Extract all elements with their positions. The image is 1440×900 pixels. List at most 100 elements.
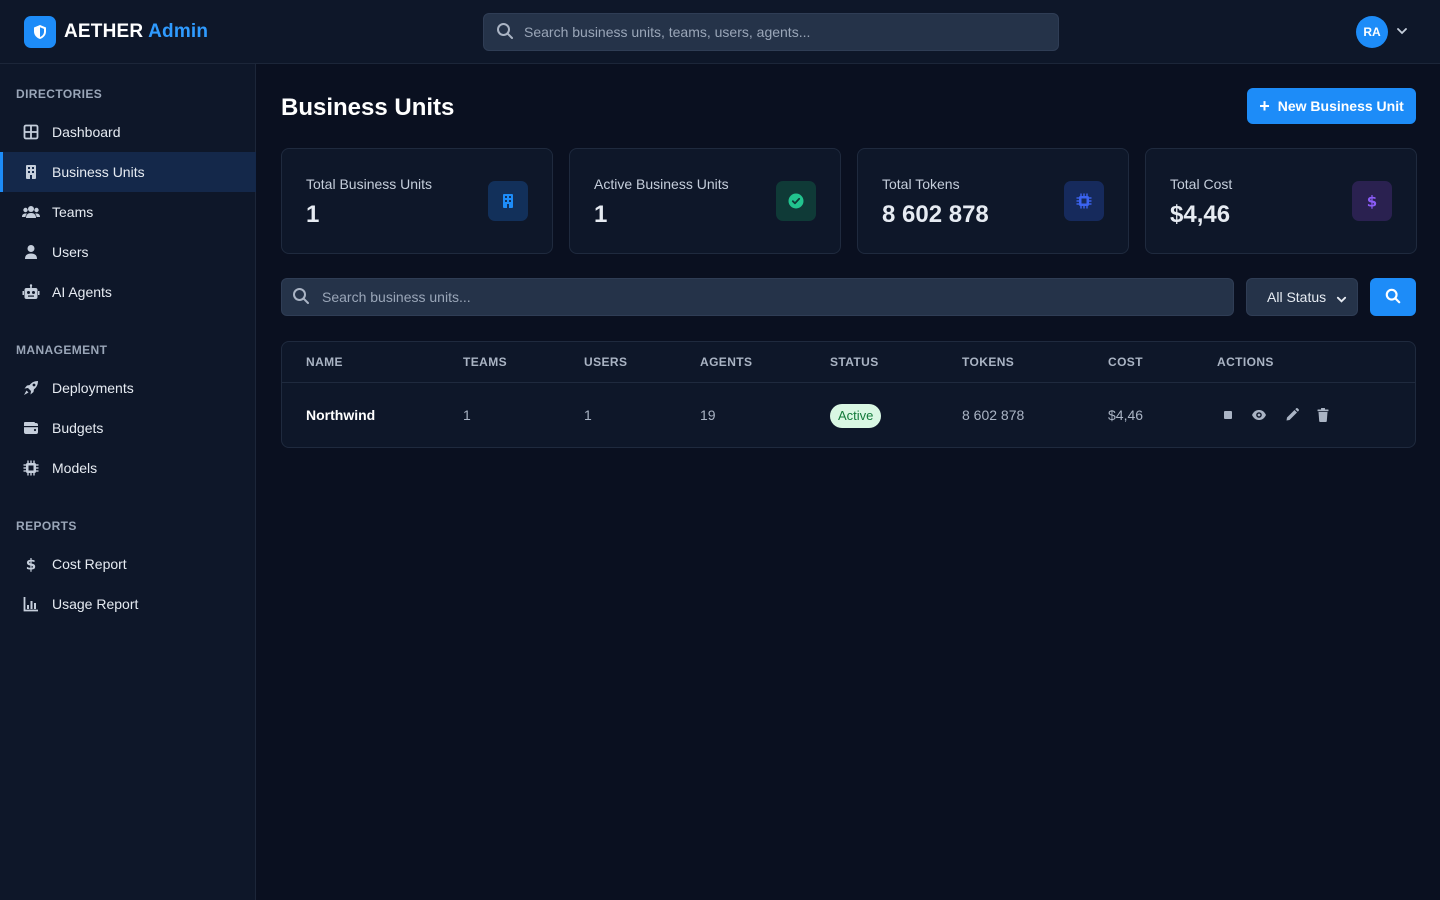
business-units-table: NAME TEAMS USERS AGENTS STATUS TOKENS CO… xyxy=(281,341,1416,448)
nav-heading: DIRECTORIES xyxy=(16,87,103,101)
page-title: Business Units xyxy=(281,94,455,121)
cell-tokens: 8 602 878 xyxy=(962,407,1025,423)
sidebar-item-label: Models xyxy=(52,460,98,476)
sidebar-item-ai-agents[interactable]: AI Agents xyxy=(0,272,256,312)
stats-row: Total Business Units 1 Active Business U… xyxy=(281,148,1417,254)
cell-name[interactable]: Northwind xyxy=(306,407,375,423)
bar-chart-icon xyxy=(22,595,40,613)
global-search[interactable] xyxy=(483,13,1059,51)
column-header-tokens[interactable]: TOKENS xyxy=(962,355,1014,369)
svg-text:$: $ xyxy=(26,556,36,572)
column-header-agents[interactable]: AGENTS xyxy=(700,355,752,369)
business-units-search[interactable] xyxy=(281,278,1234,316)
stat-label: Total Business Units xyxy=(306,176,433,192)
stat-label: Active Business Units xyxy=(594,176,729,192)
stat-card-active-business-units: Active Business Units 1 xyxy=(569,148,841,254)
sidebar-item-usage-report[interactable]: Usage Report xyxy=(0,584,256,624)
grid-icon xyxy=(22,123,40,141)
global-search-input[interactable] xyxy=(524,24,1044,40)
sidebar-item-budgets[interactable]: Budgets xyxy=(0,408,256,448)
cell-teams: 1 xyxy=(463,407,471,423)
stat-card-total-cost: Total Cost $4,46 $ xyxy=(1145,148,1417,254)
nav-section-reports: REPORTS $ Cost Report Usage Report xyxy=(0,516,256,624)
building-icon xyxy=(488,181,528,221)
table-row[interactable]: Northwind 1 1 19 Active 8 602 878 $4,46 xyxy=(282,383,1415,448)
brand[interactable]: AETHER Admin xyxy=(24,16,208,48)
sidebar-item-teams[interactable]: Teams xyxy=(0,192,256,232)
search-icon xyxy=(1385,288,1401,307)
stat-value: 1 xyxy=(594,201,608,228)
search-icon xyxy=(496,22,514,43)
sidebar-item-label: Budgets xyxy=(52,420,104,436)
sidebar-item-label: AI Agents xyxy=(52,284,112,300)
rocket-icon xyxy=(22,379,40,397)
svg-text:$: $ xyxy=(1367,193,1377,209)
user-menu[interactable]: RA xyxy=(1356,16,1408,48)
sidebar-item-label: Cost Report xyxy=(52,556,127,572)
sidebar-item-label: Usage Report xyxy=(52,596,139,612)
sidebar-item-cost-report[interactable]: $ Cost Report xyxy=(0,544,256,584)
sidebar-item-label: Users xyxy=(52,244,89,260)
column-header-status[interactable]: STATUS xyxy=(830,355,879,369)
nav-section-management: MANAGEMENT Deployments Budgets Models xyxy=(0,340,256,488)
sidebar-item-label: Teams xyxy=(52,204,94,220)
edit-icon[interactable] xyxy=(1284,407,1300,423)
chip-icon xyxy=(1064,181,1104,221)
column-header-cost[interactable]: COST xyxy=(1108,355,1143,369)
brand-accent: Admin xyxy=(148,21,209,42)
status-filter-value: All Status xyxy=(1267,289,1327,305)
check-circle-icon xyxy=(776,181,816,221)
table-header: NAME TEAMS USERS AGENTS STATUS TOKENS CO… xyxy=(282,342,1415,383)
column-header-actions: ACTIONS xyxy=(1217,355,1274,369)
sidebar-item-users[interactable]: Users xyxy=(0,232,256,272)
column-header-users[interactable]: USERS xyxy=(584,355,627,369)
brand-primary: AETHER xyxy=(64,21,144,42)
cell-users: 1 xyxy=(584,407,592,423)
sidebar-item-business-units[interactable]: Business Units xyxy=(0,152,256,192)
wallet-icon xyxy=(22,419,40,437)
stat-value: 1 xyxy=(306,201,320,228)
trash-icon[interactable] xyxy=(1315,407,1331,423)
stat-label: Total Cost xyxy=(1170,176,1233,192)
filter-bar: All Status xyxy=(281,278,1416,316)
sidebar-item-label: Deployments xyxy=(52,380,134,396)
top-bar: AETHER Admin RA xyxy=(0,0,1440,64)
nav-section-directories: DIRECTORIES Dashboard Business Units Tea… xyxy=(0,84,256,312)
search-button[interactable] xyxy=(1370,278,1416,316)
dollar-icon: $ xyxy=(1352,181,1392,221)
sidebar: DIRECTORIES Dashboard Business Units Tea… xyxy=(0,64,256,900)
new-business-unit-button[interactable]: + New Business Unit xyxy=(1247,88,1416,124)
column-header-teams[interactable]: TEAMS xyxy=(463,355,507,369)
stat-label: Total Tokens xyxy=(882,176,960,192)
dollar-icon: $ xyxy=(22,555,40,573)
sidebar-item-deployments[interactable]: Deployments xyxy=(0,368,256,408)
status-badge: Active xyxy=(830,404,882,428)
sidebar-item-dashboard[interactable]: Dashboard xyxy=(0,112,256,152)
eye-icon[interactable] xyxy=(1251,407,1267,423)
brand-name: AETHER Admin xyxy=(64,21,208,43)
stop-icon[interactable] xyxy=(1220,407,1236,423)
nav-heading: REPORTS xyxy=(16,519,77,533)
sidebar-item-models[interactable]: Models xyxy=(0,448,256,488)
stat-value: $4,46 xyxy=(1170,201,1231,228)
shield-logo-icon xyxy=(24,16,56,48)
chip-icon xyxy=(22,459,40,477)
stat-card-total-business-units: Total Business Units 1 xyxy=(281,148,553,254)
cell-cost: $4,46 xyxy=(1108,407,1144,423)
business-units-search-input[interactable] xyxy=(322,289,1202,305)
nav-heading: MANAGEMENT xyxy=(16,343,108,357)
sidebar-item-label: Dashboard xyxy=(52,124,121,140)
stat-value: 8 602 878 xyxy=(882,201,989,228)
avatar[interactable]: RA xyxy=(1356,16,1388,48)
sidebar-item-label: Business Units xyxy=(52,164,145,180)
robot-icon xyxy=(22,283,40,301)
plus-icon: + xyxy=(1259,96,1270,116)
stat-card-total-tokens: Total Tokens 8 602 878 xyxy=(857,148,1129,254)
user-icon xyxy=(22,243,40,261)
chevron-down-icon[interactable] xyxy=(1396,24,1408,40)
building-icon xyxy=(22,163,40,181)
chevron-down-icon xyxy=(1336,292,1347,308)
cell-agents: 19 xyxy=(700,407,716,423)
column-header-name[interactable]: NAME xyxy=(306,355,343,369)
status-filter-select[interactable]: All Status xyxy=(1246,278,1358,316)
